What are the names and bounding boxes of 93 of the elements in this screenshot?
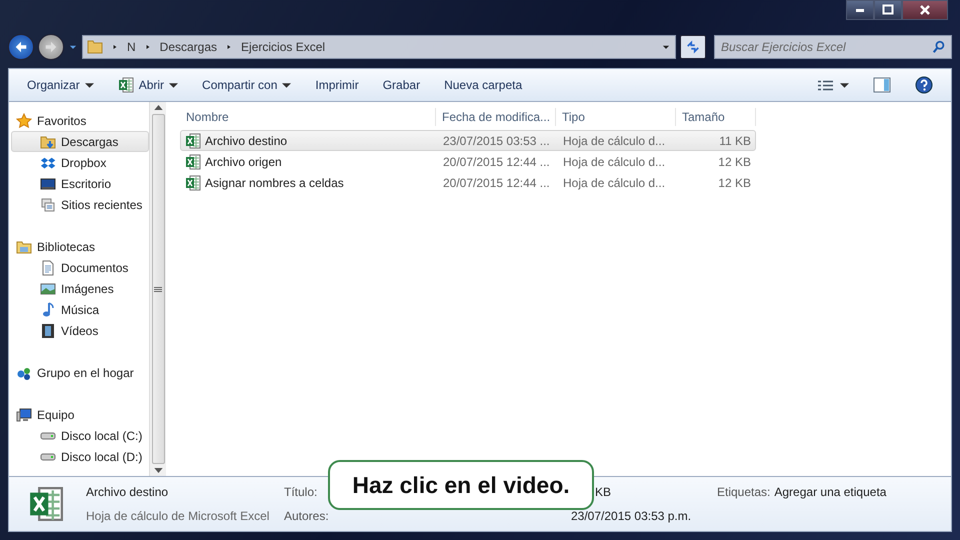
column-header[interactable]: Nombre: [180, 108, 436, 126]
forward-button[interactable]: [38, 34, 64, 60]
arrow-right-icon: [44, 40, 58, 54]
star-icon: [16, 112, 32, 128]
sidebar-item[interactable]: Imágenes: [11, 278, 149, 299]
file-row[interactable]: Archivo destino 23/07/2015 03:53 ... Hoja de cálculo d... 11 KB: [180, 130, 756, 151]
help-icon: [915, 76, 933, 94]
search-icon: [932, 40, 946, 54]
toolbar-button[interactable]: Imprimir: [307, 74, 367, 96]
table-cell-text: Hoja de cálculo d...: [562, 154, 666, 170]
file-row[interactable]: Asignar nombres a celdas 20/07/2015 12:44 ... Hoja de cálculo d... 12 KB: [180, 172, 756, 193]
dropbox-icon: [40, 154, 56, 170]
grip-icon: [154, 286, 162, 292]
scrollbar[interactable]: [149, 102, 166, 476]
sidebar-group[interactable]: Grupo en el hogar: [11, 362, 149, 383]
chevron-right-icon: [111, 43, 119, 51]
column-header[interactable]: Tamaño: [676, 108, 756, 126]
spreadsheet-icon: [185, 132, 201, 148]
scroll-down-icon: [154, 468, 162, 473]
date-value: 23/07/2015 03:53 p.m.: [571, 508, 692, 525]
film-icon: [40, 322, 56, 338]
table-cell-text: Hoja de cálculo d...: [562, 174, 666, 192]
sidebar-group[interactable]: Bibliotecas: [11, 236, 149, 257]
sidebar-item[interactable]: Documentos: [11, 257, 149, 278]
picture-icon: [40, 280, 56, 296]
sidebar-group[interactable]: Equipo: [11, 404, 149, 425]
tags-link[interactable]: Agregar una etiqueta: [774, 483, 886, 525]
recent-places-icon: [40, 196, 56, 212]
table-cell-text: 23/07/2015 03:53 ...: [442, 132, 551, 150]
search-field[interactable]: Buscar Ejercicios Excel: [714, 35, 952, 59]
drive-icon: [40, 432, 56, 440]
folder-icon: [87, 39, 103, 55]
arrow-left-icon: [14, 40, 28, 54]
column-header[interactable]: Fecha de modifica...: [436, 108, 556, 126]
sidebar-item[interactable]: Disco local (D:): [11, 446, 149, 467]
file-type: Hoja de cálculo de Microsoft Excel: [86, 508, 270, 525]
sidebar-item[interactable]: Dropbox: [11, 152, 149, 173]
toolbar-button[interactable]: Nueva carpeta: [436, 74, 530, 96]
minimize-button[interactable]: [846, 0, 874, 20]
folder-icon: [40, 134, 56, 150]
spreadsheet-icon: [185, 154, 201, 170]
monitor-icon: [40, 176, 56, 192]
address-bar[interactable]: N Descargas Ejercicios Excel: [82, 35, 676, 59]
table-cell-text: 12 KB: [717, 174, 751, 192]
sidebar-item[interactable]: Descargas: [11, 131, 149, 152]
toolbar-button[interactable]: Grabar: [374, 74, 428, 96]
music-note-icon: [40, 302, 56, 318]
sidebar-item[interactable]: Vídeos: [11, 320, 149, 341]
sidebar-item[interactable]: Sitios recientes: [11, 194, 149, 215]
back-button[interactable]: [8, 34, 34, 60]
sidebar-item[interactable]: Música: [11, 299, 149, 320]
size-value: KB: [595, 484, 612, 501]
file-name: Asignar nombres a celdas: [205, 174, 344, 192]
close-button[interactable]: [902, 0, 948, 20]
spreadsheet-icon: [29, 485, 63, 523]
file-name: Archivo destino: [205, 132, 288, 150]
list-view-icon: [817, 80, 835, 90]
spreadsheet-icon: [118, 77, 134, 93]
caret-icon: [840, 82, 849, 88]
column-header[interactable]: Tipo: [556, 108, 676, 126]
callout: Haz clic en el video.: [328, 460, 594, 510]
table-cell-text: 11 KB: [718, 132, 751, 150]
refresh-button[interactable]: [680, 35, 706, 59]
sidebar-group[interactable]: Favoritos: [11, 110, 149, 131]
file-row[interactable]: Archivo origen 20/07/2015 12:44 ... Hoja de cálculo d... 12 KB: [180, 151, 756, 172]
field-label: Autores:: [284, 508, 329, 525]
refresh-icon: [686, 40, 700, 54]
spreadsheet-icon: [185, 174, 201, 190]
chevron-right-icon: [144, 43, 152, 51]
field-label: Título:: [284, 484, 318, 501]
file-name: Archivo destino: [86, 484, 168, 501]
scroll-up-icon: [154, 105, 162, 110]
table-cell-text: 20/07/2015 12:44 ...: [442, 174, 551, 192]
preview-pane-icon: [873, 77, 891, 93]
table-cell-text: 12 KB: [717, 154, 751, 170]
sidebar-item[interactable]: Disco local (C:): [11, 425, 149, 446]
file-name: Archivo origen: [205, 154, 282, 170]
toolbar-button[interactable]: Abrir: [110, 74, 186, 96]
table-cell-text: Hoja de cálculo d...: [562, 132, 666, 150]
field-label: Etiquetas:: [717, 484, 770, 501]
sidebar-item[interactable]: Escritorio: [11, 173, 149, 194]
document-icon: [40, 260, 56, 276]
maximize-button[interactable]: [874, 0, 902, 20]
computer-icon: [16, 406, 32, 422]
table-cell-text: 20/07/2015 12:44 ...: [442, 154, 551, 170]
drive-icon: [40, 452, 56, 460]
breadcrumb-item[interactable]: N: [127, 38, 136, 56]
toolbar-button[interactable]: Compartir con: [194, 74, 300, 96]
library-folder-icon: [16, 238, 32, 254]
minimize-icon: [856, 8, 864, 12]
breadcrumb-item[interactable]: Descargas: [160, 38, 218, 56]
breadcrumb-item[interactable]: Ejercicios Excel: [241, 38, 326, 56]
toolbar-button[interactable]: Organizar: [19, 74, 102, 96]
